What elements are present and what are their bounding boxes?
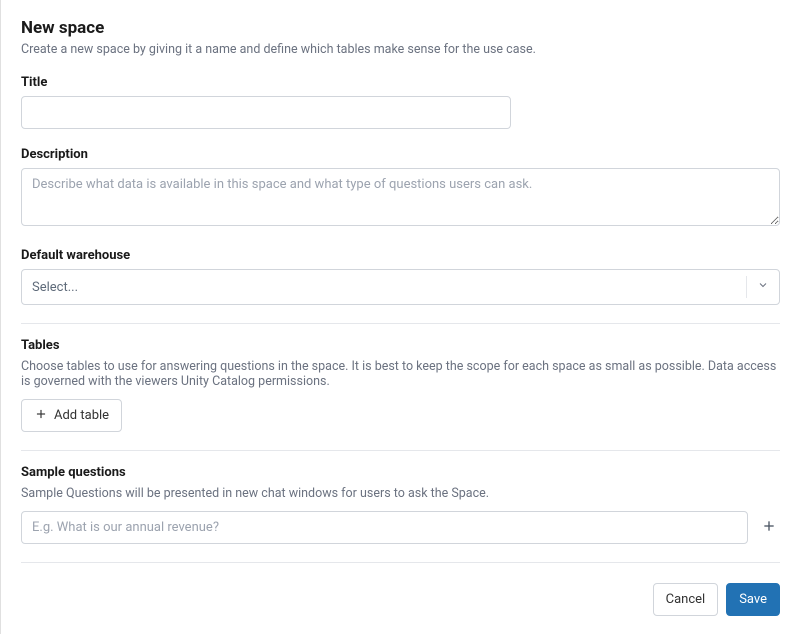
divider: [21, 450, 780, 451]
page-title: New space: [21, 18, 780, 38]
plus-icon: [34, 407, 48, 425]
tables-label: Tables: [21, 338, 780, 353]
page-subtitle: Create a new space by giving it a name a…: [21, 42, 780, 57]
sample-questions-label: Sample questions: [21, 465, 780, 480]
add-sample-question-button[interactable]: [758, 517, 780, 539]
sample-question-input[interactable]: [21, 511, 748, 544]
title-input[interactable]: [21, 96, 511, 129]
select-placeholder: Select...: [32, 280, 78, 295]
default-warehouse-label: Default warehouse: [21, 248, 780, 263]
add-table-button[interactable]: Add table: [21, 399, 122, 432]
cancel-button[interactable]: Cancel: [653, 583, 719, 616]
save-button[interactable]: Save: [726, 583, 780, 616]
divider: [21, 323, 780, 324]
title-label: Title: [21, 75, 780, 90]
tables-help: Choose tables to use for answering quest…: [21, 359, 780, 389]
default-warehouse-select[interactable]: Select...: [21, 269, 780, 305]
sample-questions-help: Sample Questions will be presented in ne…: [21, 486, 780, 501]
description-label: Description: [21, 147, 780, 162]
divider: [21, 562, 780, 563]
add-table-label: Add table: [54, 408, 109, 423]
plus-icon: [761, 518, 777, 538]
chevron-down-icon: [757, 279, 769, 295]
description-textarea[interactable]: [21, 168, 780, 226]
